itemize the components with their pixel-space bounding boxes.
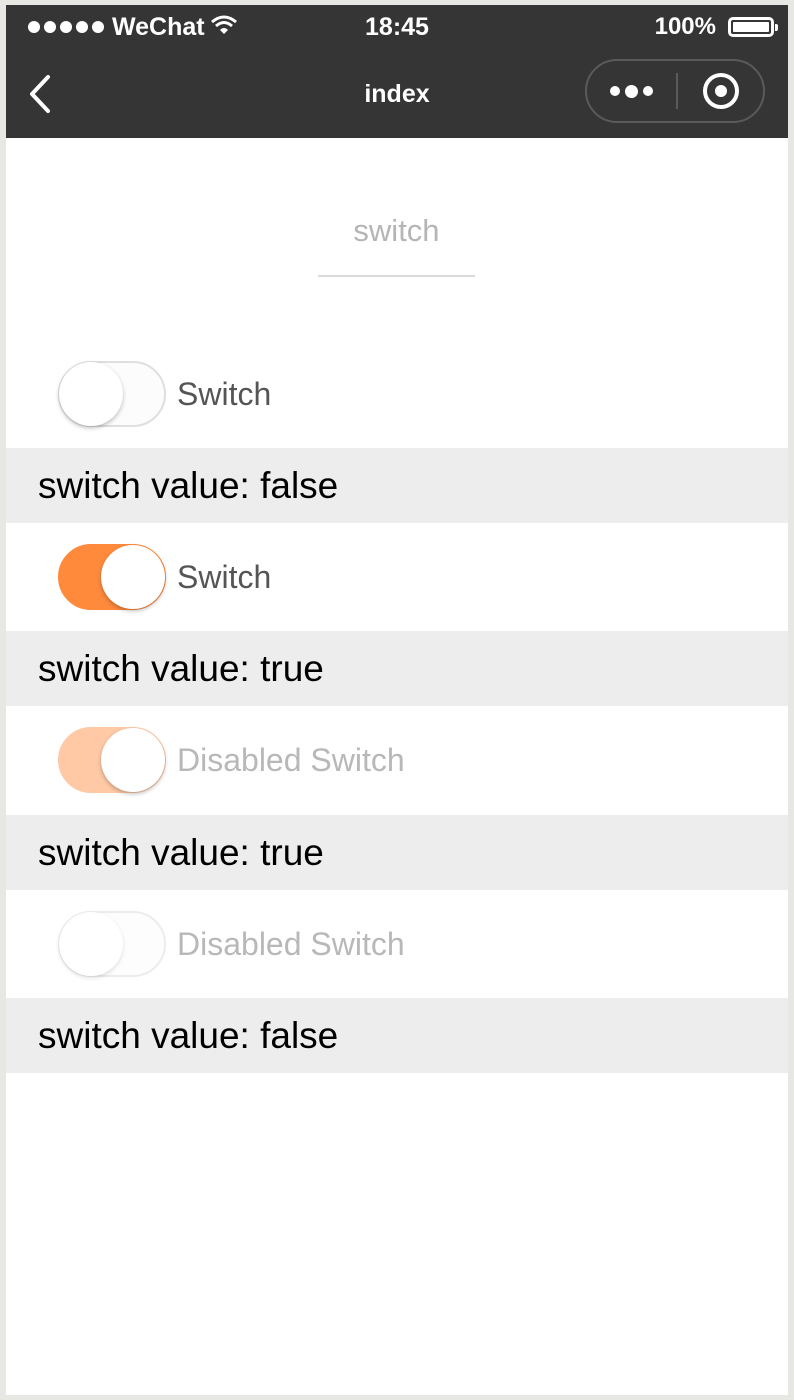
switch-value-bar-4: switch value: false xyxy=(6,998,788,1073)
page-header: switch xyxy=(318,205,475,277)
switch-toggle-1[interactable] xyxy=(58,361,166,427)
switch-toggle-2[interactable] xyxy=(58,544,166,610)
close-button[interactable] xyxy=(678,61,763,121)
status-battery: 100% xyxy=(654,9,778,45)
switch-value-text-4: switch value: false xyxy=(38,1015,339,1056)
switch-value-bar-1: switch value: false xyxy=(6,448,788,523)
battery-icon xyxy=(728,17,778,37)
switch-value-text-3: switch value: true xyxy=(38,832,324,873)
switch-label-2: Switch xyxy=(177,559,272,595)
switch-toggle-3 xyxy=(58,727,166,793)
menu-capsule xyxy=(585,59,765,123)
switch-value-bar-2: switch value: true xyxy=(6,631,788,706)
switch-label-1: Switch xyxy=(177,376,272,412)
top-bar: WeChat 18:45 100% index xyxy=(6,5,788,138)
switch-toggle-4 xyxy=(58,911,166,977)
app-frame: WeChat 18:45 100% index switch Switch sw… xyxy=(6,5,788,1395)
switch-knob xyxy=(101,728,165,792)
more-dots-icon xyxy=(610,86,620,96)
battery-percent: 100% xyxy=(654,13,716,40)
switch-knob xyxy=(59,912,123,976)
switch-knob xyxy=(59,362,123,426)
switch-label-4: Disabled Switch xyxy=(177,926,405,962)
page-header-title: switch xyxy=(353,213,440,248)
target-circle-icon xyxy=(702,73,739,109)
page-header-underline xyxy=(318,275,475,277)
switch-value-bar-3: switch value: true xyxy=(6,815,788,890)
switch-knob xyxy=(101,545,165,609)
more-button[interactable] xyxy=(587,61,676,121)
switch-label-3: Disabled Switch xyxy=(177,742,405,778)
switch-row-2: Switch xyxy=(6,543,788,633)
switch-value-text-1: switch value: false xyxy=(38,465,339,506)
switch-row-3: Disabled Switch xyxy=(6,726,788,816)
switch-value-text-2: switch value: true xyxy=(38,648,324,689)
switch-row-4: Disabled Switch xyxy=(6,910,788,1000)
switch-row-1: Switch xyxy=(6,360,788,450)
